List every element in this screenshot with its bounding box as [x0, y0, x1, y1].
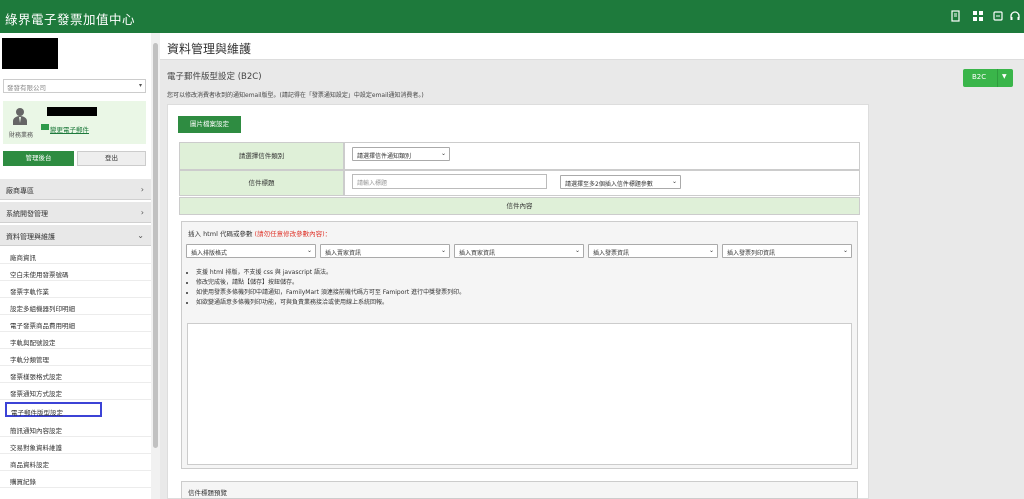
image-settings-button[interactable]: 圖片檔案設定	[178, 116, 241, 133]
mail-content-header: 信件內容	[179, 197, 860, 215]
sidebar-scrollbar[interactable]	[151, 33, 160, 499]
admin-button[interactable]: 管理後台	[3, 151, 74, 166]
sidebar-item-invoice-format[interactable]: 發票樣張格式設定	[0, 366, 151, 383]
logout-icon[interactable]	[992, 10, 1004, 22]
section-title: 電子郵件版型設定 (B2C)	[167, 72, 262, 82]
chevron-down-icon: ⌄	[574, 247, 580, 254]
sidebar-item-multi-printer[interactable]: 設定多組機器列印明細	[0, 298, 151, 315]
top-bar: 綠界電子發票加值中心	[0, 0, 1024, 33]
caret-down-icon: ▼	[1002, 73, 1007, 80]
chevron-right-icon: ›	[140, 208, 144, 217]
note-item: 如使用發票多條機列印中請通知，FamilyMart 須連接前機代碼方可至 Fam…	[196, 288, 465, 298]
menu-group-dev[interactable]: 系統開發管理 ›	[0, 202, 151, 223]
logout-button[interactable]: 登出	[77, 151, 146, 166]
note-item: 支援 html 排版，不支援 css 與 javascript 語法。	[196, 268, 465, 278]
sidebar-item-purchase-record[interactable]: 購買紀錄	[0, 471, 151, 488]
menu-group-vendor[interactable]: 廠商專區 ›	[0, 179, 151, 200]
document-icon[interactable]	[950, 10, 962, 22]
insert-invoice-select[interactable]: 插入發票資訊 ⌄	[588, 244, 718, 258]
editor-label-text: 插入 html 代碼或參數	[188, 230, 253, 238]
note-item: 修改完成後，請點【儲存】按鈕儲存。	[196, 278, 465, 288]
insert-layout-select[interactable]: 插入排版格式 ⌄	[186, 244, 316, 258]
chevron-down-icon: ⌄	[137, 231, 144, 240]
menu-group-label: 廠商專區	[6, 187, 34, 195]
select-value: 請選擇信件通知類別	[357, 153, 412, 160]
b2c-dropdown-button[interactable]: B2C ▼	[963, 69, 1013, 87]
editor-warning: (請勿任意修改參數內容)：	[254, 230, 332, 238]
editor-notes: 支援 html 排版，不支援 css 與 javascript 語法。 修改完成…	[190, 268, 465, 308]
b2c-label: B2C	[972, 73, 987, 81]
sidebar-item-fee-detail[interactable]: 電子發票商品費用明細	[0, 315, 151, 332]
subject-preview-bar: 信件標題預覽	[181, 481, 858, 499]
app-title: 綠界電子發票加值中心	[5, 12, 136, 27]
chevron-down-icon: ⌄	[671, 178, 677, 185]
user-card: 變更電子郵件 財務業務	[3, 101, 146, 144]
sidebar-item-trading-partner[interactable]: 交易對象資料維護	[0, 437, 151, 454]
divider	[997, 69, 998, 87]
select-value: 插入買家資訊	[459, 250, 496, 257]
section-description: 您可以修改消費者收到的通知email版型。(請記得在「發票通知設定」中設定ema…	[167, 92, 424, 99]
select-value: 插入發票列印資訊	[727, 250, 776, 257]
note-item: 如欲變通語意多條機列印功能，可與負責業務接洽或使用線上系統回報。	[196, 298, 465, 308]
insert-buyer-select[interactable]: 插入買家資訊 ⌄	[454, 244, 584, 258]
menu-group-label: 資料管理與維護	[6, 233, 55, 241]
sidebar-item-product-data[interactable]: 商品資料設定	[0, 454, 151, 471]
select-value: 插入賣家資訊	[325, 250, 362, 257]
user-avatar-icon	[13, 107, 27, 125]
grid-icon[interactable]	[972, 10, 984, 22]
chevron-right-icon: ›	[140, 185, 144, 194]
editor-label: 插入 html 代碼或參數 (請勿任意修改參數內容)：	[188, 228, 331, 238]
mail-subject-label: 信件標題	[179, 170, 344, 196]
chevron-down-icon: ▾	[138, 82, 142, 89]
select-value: 插入排版格式	[191, 250, 228, 257]
subject-param-select[interactable]: 請選擇至多2個插入信件標題參數 ⌄	[560, 175, 681, 189]
chevron-down-icon: ⌄	[440, 247, 446, 254]
insert-seller-select[interactable]: 插入賣家資訊 ⌄	[320, 244, 450, 258]
mail-type-label: 請選擇信件類別	[179, 142, 344, 170]
menu-group-label: 系統開發管理	[6, 210, 48, 218]
user-name-redacted	[47, 107, 97, 116]
sidebar-item-notify-method[interactable]: 發票通知方式設定	[0, 383, 151, 400]
mail-icon	[41, 124, 49, 130]
mail-content-textarea[interactable]	[187, 323, 852, 465]
mail-subject-input[interactable]: 請輸入標題	[352, 174, 547, 189]
chevron-down-icon: ⌄	[306, 247, 312, 254]
chevron-down-icon: ⌄	[440, 150, 446, 157]
chevron-down-icon: ⌄	[842, 247, 848, 254]
user-role: 財務業務	[9, 132, 34, 139]
scrollbar-thumb[interactable]	[153, 43, 158, 448]
insert-print-select[interactable]: 插入發票列印資訊 ⌄	[722, 244, 852, 258]
sidebar-item-track-category[interactable]: 字軌分類管理	[0, 349, 151, 366]
headset-icon[interactable]	[1009, 10, 1021, 22]
select-value: 插入發票資訊	[593, 250, 630, 257]
sidebar-item-email-template[interactable]: 電子郵件版型設定	[5, 402, 102, 417]
sidebar-item-track-setting[interactable]: 字軌與配號設定	[0, 332, 151, 349]
sidebar-item-track-ops[interactable]: 發票字軌作業	[0, 281, 151, 298]
sidebar-item-unused-numbers[interactable]: 空白未使用發票號碼	[0, 264, 151, 281]
company-select-value: 發發有限公司	[7, 84, 46, 92]
page-title: 資料管理與維護	[167, 42, 252, 56]
select-value: 請選擇至多2個插入信件標題參數	[565, 181, 653, 188]
menu-group-data[interactable]: 資料管理與維護 ⌄	[0, 225, 151, 246]
page-header: 資料管理與維護	[160, 33, 1024, 60]
change-email-link[interactable]: 變更電子郵件	[50, 124, 89, 134]
company-select[interactable]: 發發有限公司 ▾	[3, 79, 146, 93]
sidebar-item-vendor-info[interactable]: 廠商資訊	[0, 247, 151, 264]
sidebar-item-sms-content[interactable]: 簡訊通知內容設定	[0, 420, 151, 437]
chevron-down-icon: ⌄	[708, 247, 714, 254]
mail-type-select[interactable]: 請選擇信件通知類別 ⌄	[352, 147, 450, 161]
company-logo	[2, 38, 58, 69]
